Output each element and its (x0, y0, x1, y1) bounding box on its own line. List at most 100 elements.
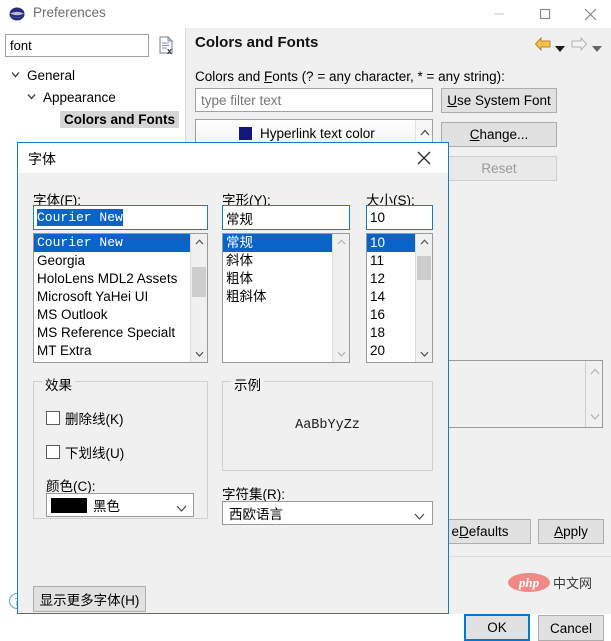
strikeout-checkbox-row[interactable]: 删除线(K) (46, 408, 124, 428)
svg-text:x: x (167, 46, 172, 55)
back-dropdown-icon[interactable] (555, 41, 565, 52)
sample-text: AaBbYyZz (295, 418, 360, 433)
ok-button[interactable]: OK (464, 614, 530, 641)
sample-group-title: 示例 (231, 374, 264, 394)
preferences-titlebar: Preferences (0, 0, 611, 28)
forward-dropdown-icon[interactable] (592, 41, 602, 52)
list-item[interactable]: 粗体 (223, 270, 332, 288)
list-item[interactable]: 18 (367, 324, 415, 342)
apply-button[interactable]: Apply (538, 519, 604, 544)
btn-accel: U (447, 93, 457, 108)
close-icon[interactable] (569, 0, 611, 28)
use-system-font-button[interactable]: Use System Font (441, 88, 557, 113)
chevron-down-icon[interactable] (26, 90, 41, 104)
script-dropdown[interactable]: 西欧语言 (222, 501, 433, 525)
list-item[interactable]: MS Reference Specialt (34, 324, 190, 342)
scroll-down-icon[interactable] (333, 346, 349, 362)
color-dropdown[interactable]: 黑色 (46, 493, 194, 517)
chevron-down-icon[interactable] (414, 509, 425, 520)
btn-pre: e (451, 524, 459, 539)
list-item[interactable]: Microsoft YaHei UI (34, 288, 190, 306)
size-list-items: 10 11 12 14 16 18 20 (367, 234, 415, 360)
page-title: Colors and Fonts (195, 34, 319, 51)
maximize-button[interactable] (523, 0, 567, 28)
font-style-input[interactable]: 常规 (222, 205, 350, 230)
scroll-down-icon[interactable] (191, 346, 207, 362)
scroll-up-icon[interactable] (416, 124, 433, 141)
chevron-down-icon[interactable] (10, 68, 25, 82)
btn-post: hange... (479, 127, 529, 142)
font-list-items: Courier New Georgia HoloLens MDL2 Assets… (34, 234, 190, 360)
color-swatch-icon (239, 126, 252, 140)
list-item[interactable]: 11 (367, 252, 415, 270)
scroll-up-icon[interactable] (416, 234, 432, 250)
tree-row-label: Hyperlink text color (260, 125, 375, 141)
chevron-down-icon[interactable] (176, 501, 187, 512)
show-more-fonts-button[interactable]: 显示更多字体(H) (33, 586, 146, 612)
sidebar-item-label: Colors and Fonts (60, 110, 179, 128)
font-name-value: Courier New (37, 209, 123, 226)
strikeout-checkbox[interactable] (46, 411, 60, 425)
btn-accel: C (469, 127, 480, 142)
list-item[interactable]: 16 (367, 306, 415, 324)
scroll-down-icon[interactable] (416, 346, 432, 362)
close-icon[interactable] (404, 143, 444, 173)
font-size-value: 10 (370, 210, 386, 225)
preview-scrollbar[interactable] (585, 361, 602, 427)
font-dialog: 字体 字体(F): 字形(Y): 大小(S): Courier New 常规 1… (17, 142, 449, 614)
underline-checkbox-row[interactable]: 下划线(U) (46, 442, 124, 462)
scroll-up-icon[interactable] (333, 234, 349, 250)
scroll-up-icon[interactable] (586, 363, 603, 380)
content-filter-input[interactable] (195, 88, 433, 112)
sample-group: 示例 AaBbYyZz (222, 374, 433, 471)
list-item[interactable]: 12 (367, 270, 415, 288)
cancel-button[interactable]: Cancel (538, 615, 604, 641)
list-item[interactable]: HoloLens MDL2 Assets (34, 270, 190, 288)
desc-post: onts (? = any character, * = any string)… (272, 69, 505, 84)
list-item[interactable]: MT Extra (34, 342, 190, 360)
btn-label: Reset (481, 161, 517, 176)
page-header: Colors and Fonts (186, 28, 611, 60)
style-list-scrollbar[interactable] (332, 234, 349, 362)
list-item[interactable]: Courier New (34, 234, 190, 252)
scrollbar-thumb[interactable] (192, 267, 206, 297)
list-item[interactable]: 常规 (223, 234, 332, 252)
effects-group: 效果 删除线(K) 下划线(U) 颜色(C): 黑色 (33, 374, 208, 519)
sidebar-item-colors-and-fonts[interactable]: Colors and Fonts (60, 108, 179, 130)
btn-post: efaults (468, 524, 509, 539)
forward-arrow-icon[interactable] (570, 36, 588, 52)
btn-accel: D (458, 524, 469, 539)
list-item[interactable]: 粗斜体 (223, 288, 332, 306)
size-list-scrollbar[interactable] (415, 234, 432, 362)
color-value: 黑色 (93, 499, 120, 514)
font-size-input[interactable]: 10 (366, 205, 433, 230)
list-item[interactable]: 20 (367, 342, 415, 360)
btn-label: 显示更多字体(H) (39, 593, 140, 608)
list-item[interactable]: 14 (367, 288, 415, 306)
sidebar-item-appearance[interactable]: Appearance (26, 86, 116, 108)
clear-filter-icon[interactable]: x (157, 36, 175, 56)
font-style-list[interactable]: 常规 斜体 粗体 粗斜体 (222, 233, 350, 363)
reset-button: Reset (441, 156, 557, 181)
scroll-down-icon[interactable] (586, 408, 603, 425)
font-name-input[interactable]: Courier New (33, 205, 208, 230)
list-item[interactable]: 10 (367, 234, 415, 252)
scrollbar-thumb[interactable] (417, 256, 431, 280)
strikeout-label: 删除线(K) (65, 412, 124, 427)
back-arrow-icon[interactable] (534, 36, 552, 52)
script-label: 字符集(R): (222, 487, 285, 502)
btn-accel: A (554, 524, 564, 539)
sidebar-item-general[interactable]: General (10, 64, 75, 86)
list-item[interactable]: Georgia (34, 252, 190, 270)
sidebar-filter-input[interactable] (5, 34, 149, 57)
list-item[interactable]: 斜体 (223, 252, 332, 270)
list-item[interactable]: MS Outlook (34, 306, 190, 324)
font-list[interactable]: Courier New Georgia HoloLens MDL2 Assets… (33, 233, 208, 363)
change-button[interactable]: Change... (441, 122, 557, 147)
underline-checkbox[interactable] (46, 445, 60, 459)
font-size-list[interactable]: 10 11 12 14 16 18 20 (366, 233, 433, 363)
font-list-scrollbar[interactable] (190, 234, 207, 362)
btn-label: Cancel (549, 620, 593, 636)
scroll-up-icon[interactable] (191, 234, 207, 250)
minimize-button[interactable] (477, 0, 521, 28)
